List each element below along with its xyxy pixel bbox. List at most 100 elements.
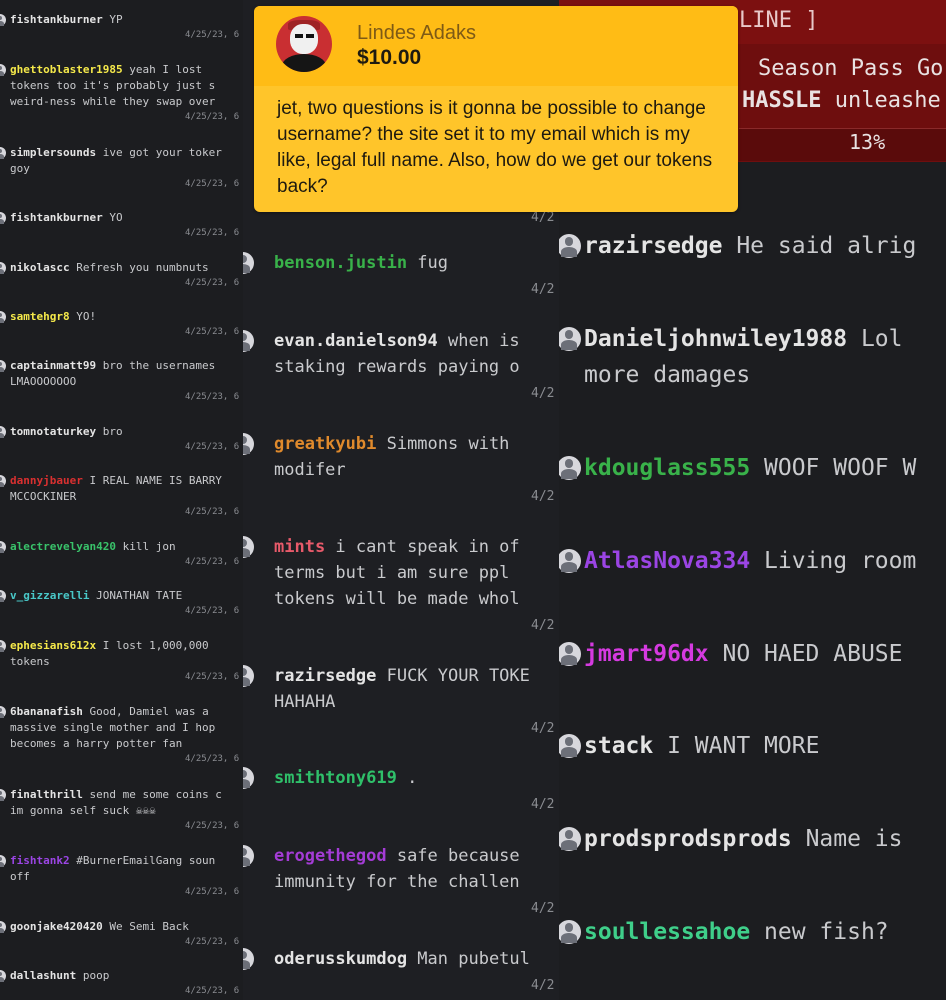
message-first-line: nikolascc Refresh you numbnuts [10,260,209,276]
message-first-line: samtehgr8 YO! [10,309,96,325]
username[interactable]: 6bananafish [10,705,83,718]
username[interactable]: fishtankburner [10,211,103,224]
username[interactable]: mints [274,537,325,557]
message-first-line: goonjake420420 We Semi Back [10,919,189,935]
message-text: #BurnerEmailGang soun [69,854,216,867]
message-first-line: simplersounds ive got your toker [10,145,222,161]
username[interactable]: kdouglass555 [584,455,750,481]
message-first-line: v_gizzarelli JONATHAN TATE [10,588,182,604]
user-avatar-icon [243,665,254,687]
user-avatar-icon [0,262,6,274]
user-avatar-icon [0,855,6,867]
message-text-line: LMAOOOOOOO [10,375,77,388]
message-text: Refresh you numbnuts [69,261,209,274]
user-avatar-icon [0,311,6,323]
username[interactable]: Danieljohnwiley1988 [584,326,847,352]
message-first-line: alectrevelyan420 kill jon [10,539,176,555]
username[interactable]: tomnotaturkey [10,425,96,438]
message-text-line: massive single mother and I hop [10,721,216,734]
message-first-line: ghettoblaster1985 yeah I lost [10,62,202,78]
username[interactable]: oderusskumdog [274,949,407,969]
user-avatar-icon [559,642,581,666]
message-timestamp: 4/25/23, 6 [185,179,240,189]
message-text: FUCK YOUR TOKE [376,666,530,686]
user-avatar-icon [0,14,6,26]
username[interactable]: ephesians612x [10,639,96,652]
message-text-line: tokens [10,655,50,668]
message-first-line: dallashunt poop [10,968,109,984]
username[interactable]: samtehgr8 [10,310,70,323]
username[interactable]: AtlasNova334 [584,548,750,574]
message-first-line: greatkyubi Simmons with [274,431,509,457]
username[interactable]: fishtank2 [10,854,70,867]
message-text: Lol [847,326,903,352]
user-avatar-icon [0,921,6,933]
user-avatar-icon [0,789,6,801]
message-text-line: tokens too it's probably just s [10,79,216,92]
username[interactable]: erogethegod [274,846,387,866]
username[interactable]: evan.danielson94 [274,331,438,351]
message-timestamp: 4/2 [531,386,555,401]
message-first-line: razirsedge He said alrig [584,228,916,264]
message-timestamp: 4/2 [531,210,555,225]
user-avatar-icon [0,147,6,159]
username[interactable]: finalthrill [10,788,83,801]
message-text: I WANT MORE [653,733,820,759]
message-first-line: Danieljohnwiley1988 Lol [584,321,903,357]
user-avatar-icon [559,734,581,758]
username[interactable]: dallashunt [10,969,76,982]
username[interactable]: alectrevelyan420 [10,540,116,553]
username[interactable]: simplersounds [10,146,96,159]
username[interactable]: razirsedge [274,666,376,686]
message-text-line: becomes a harry potter fan [10,737,183,750]
username[interactable]: soullessahoe [584,919,750,945]
username[interactable]: v_gizzarelli [10,589,89,602]
chat-panel-left: fishtankburner YP 4/25/23, 6 ghettoblaster… [0,0,243,1000]
message-timestamp: 4/2 [531,489,555,504]
username[interactable]: stack [584,733,653,759]
username[interactable]: benson.justin [274,253,407,273]
message-text-line: terms but i am sure ppl [274,563,510,583]
username[interactable]: jmart96dx [584,641,709,667]
banner-text-line-1: Season Pass Go [758,56,944,81]
message-text: i cant speak in of [325,537,520,557]
message-text-line: tokens will be made whol [274,589,520,609]
username[interactable]: nikolascc [10,261,70,274]
message-timestamp: 4/2 [531,978,555,993]
username[interactable]: smithtony619 [274,768,397,788]
message-text: ive got your toker [96,146,222,159]
message-text: NO HAED ABUSE [708,641,903,667]
username[interactable]: dannyjbauer [10,474,83,487]
message-text: Name is [791,826,903,852]
message-text-line: im gonna self suck ☠☠☠ [10,804,156,817]
username[interactable]: razirsedge [584,233,722,259]
banner-highlight: HASSLE [742,88,822,113]
message-timestamp: 4/25/23, 6 [185,507,240,517]
user-avatar-icon [559,920,581,944]
user-avatar-icon [0,64,6,76]
username[interactable]: captainmatt99 [10,359,96,372]
message-text: YO! [69,310,97,323]
message-first-line: 6bananafish Good, Damiel was a [10,704,209,720]
username[interactable]: prodsprodsprods [584,826,792,852]
username[interactable]: greatkyubi [274,434,376,454]
message-text: kill jon [115,540,176,553]
user-avatar-icon [0,590,6,602]
message-timestamp: 4/25/23, 6 [185,112,240,122]
user-avatar-icon [0,212,6,224]
message-timestamp: 4/25/23, 6 [185,606,240,616]
username[interactable]: fishtankburner [10,13,103,26]
message-timestamp: 4/25/23, 6 [185,937,240,947]
user-avatar-icon [559,327,581,351]
user-avatar-icon [559,827,581,851]
user-avatar-icon [243,252,254,274]
banner-progress-label: 13% [849,130,886,154]
username[interactable]: goonjake420420 [10,920,103,933]
donation-alert-card: Lindes Adaks $10.00 jet, two questions i… [254,6,738,212]
message-first-line: fishtankburner YP [10,12,123,28]
message-text: when is [437,331,520,351]
message-first-line: erogethegod safe because [274,843,520,869]
banner-progress-bar [739,128,946,161]
username[interactable]: ghettoblaster1985 [10,63,123,76]
message-text: I lost 1,000,000 [96,639,209,652]
